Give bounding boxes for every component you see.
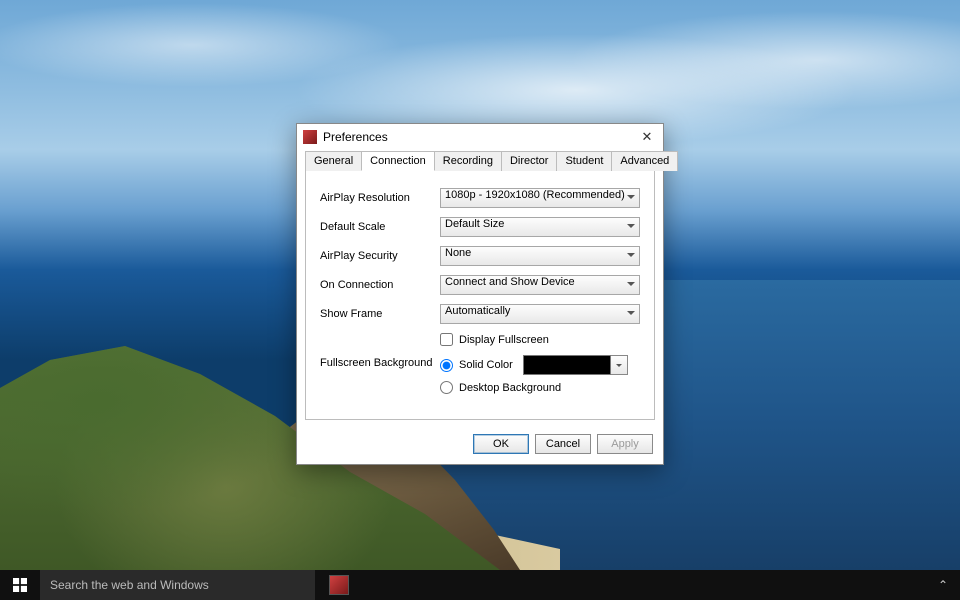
tab-panel-connection: AirPlay Resolution 1080p - 1920x1080 (Re…: [305, 170, 655, 420]
airplay-security-label: AirPlay Security: [320, 250, 440, 262]
tab-advanced[interactable]: Advanced: [611, 151, 678, 171]
taskbar: Search the web and Windows ⌃: [0, 570, 960, 600]
display-fullscreen-checkbox[interactable]: Display Fullscreen: [440, 333, 640, 346]
tab-general[interactable]: General: [305, 151, 362, 171]
bg-solid-radio[interactable]: [440, 359, 453, 372]
bg-desktop-label: Desktop Background: [459, 382, 561, 394]
bg-solid-radio-row[interactable]: Solid Color: [440, 355, 640, 375]
tab-recording[interactable]: Recording: [434, 151, 502, 171]
show-frame-select[interactable]: Automatically: [440, 304, 640, 324]
tab-director[interactable]: Director: [501, 151, 558, 171]
airplay-security-select[interactable]: None: [440, 246, 640, 266]
display-fullscreen-label: Display Fullscreen: [459, 334, 549, 346]
windows-logo-icon: [13, 578, 27, 592]
ok-button[interactable]: OK: [473, 434, 529, 454]
show-frame-label: Show Frame: [320, 308, 440, 320]
reflector-icon: [329, 575, 349, 595]
titlebar[interactable]: Preferences ✕: [297, 124, 663, 150]
display-fullscreen-input[interactable]: [440, 333, 453, 346]
system-tray[interactable]: ⌃: [926, 578, 960, 592]
taskbar-search[interactable]: Search the web and Windows: [40, 570, 315, 600]
on-connection-select[interactable]: Connect and Show Device: [440, 275, 640, 295]
airplay-resolution-label: AirPlay Resolution: [320, 192, 440, 204]
airplay-resolution-select[interactable]: 1080p - 1920x1080 (Recommended): [440, 188, 640, 208]
bg-color-picker-button[interactable]: [611, 355, 628, 375]
dialog-button-row: OK Cancel Apply: [297, 428, 663, 464]
tab-strip: General Connection Recording Director St…: [297, 150, 663, 170]
app-icon: [303, 130, 317, 144]
default-scale-select[interactable]: Default Size: [440, 217, 640, 237]
tab-student[interactable]: Student: [556, 151, 612, 171]
start-button[interactable]: [0, 570, 40, 600]
tab-connection[interactable]: Connection: [361, 151, 435, 171]
bg-color-swatch[interactable]: [523, 355, 611, 375]
default-scale-label: Default Scale: [320, 221, 440, 233]
apply-button[interactable]: Apply: [597, 434, 653, 454]
preferences-dialog: Preferences ✕ General Connection Recordi…: [296, 123, 664, 465]
bg-desktop-radio-row[interactable]: Desktop Background: [440, 381, 640, 394]
fullscreen-background-label: Fullscreen Background: [320, 355, 440, 369]
close-button[interactable]: ✕: [637, 129, 657, 145]
taskbar-search-placeholder: Search the web and Windows: [50, 578, 209, 592]
bg-solid-label: Solid Color: [459, 359, 513, 371]
on-connection-label: On Connection: [320, 279, 440, 291]
cancel-button[interactable]: Cancel: [535, 434, 591, 454]
dialog-title: Preferences: [323, 130, 637, 144]
tray-overflow-icon[interactable]: ⌃: [938, 578, 948, 592]
bg-desktop-radio[interactable]: [440, 381, 453, 394]
taskbar-app-reflector[interactable]: [319, 570, 359, 600]
